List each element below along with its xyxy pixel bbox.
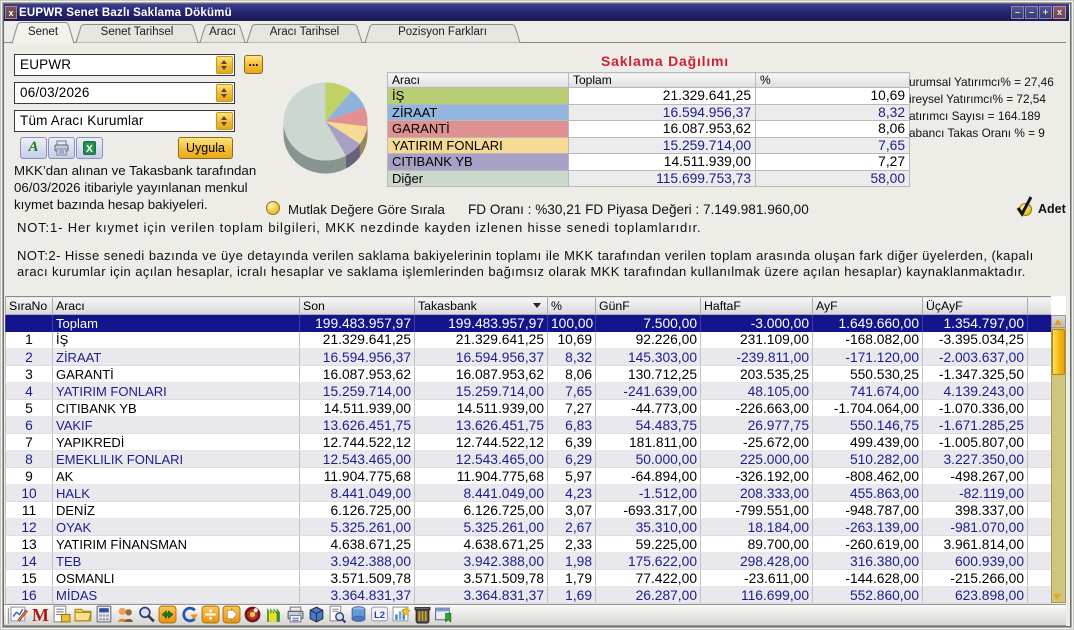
svg-text:M: M [32, 605, 49, 624]
svg-text:L2: L2 [374, 610, 385, 621]
svg-text:X: X [86, 144, 93, 155]
